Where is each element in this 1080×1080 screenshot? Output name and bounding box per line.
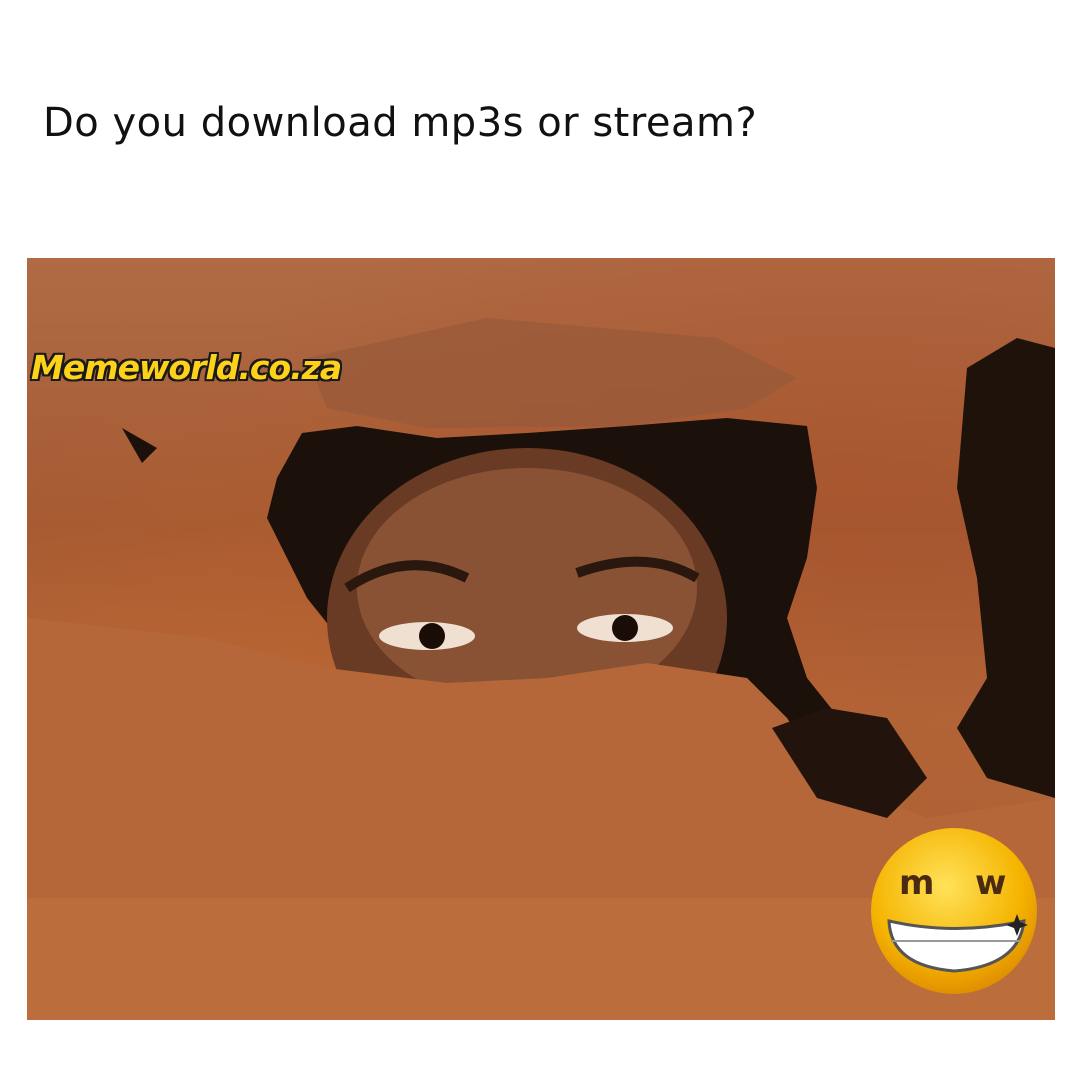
svg-text:w: w bbox=[975, 863, 1006, 903]
memeworld-grin-logo-icon: m w bbox=[869, 826, 1039, 996]
svg-text:m: m bbox=[899, 863, 934, 903]
meme-caption: Do you download mp3s or stream? bbox=[43, 100, 758, 146]
memeworld-watermark: Memeworld.co.za bbox=[31, 348, 342, 387]
